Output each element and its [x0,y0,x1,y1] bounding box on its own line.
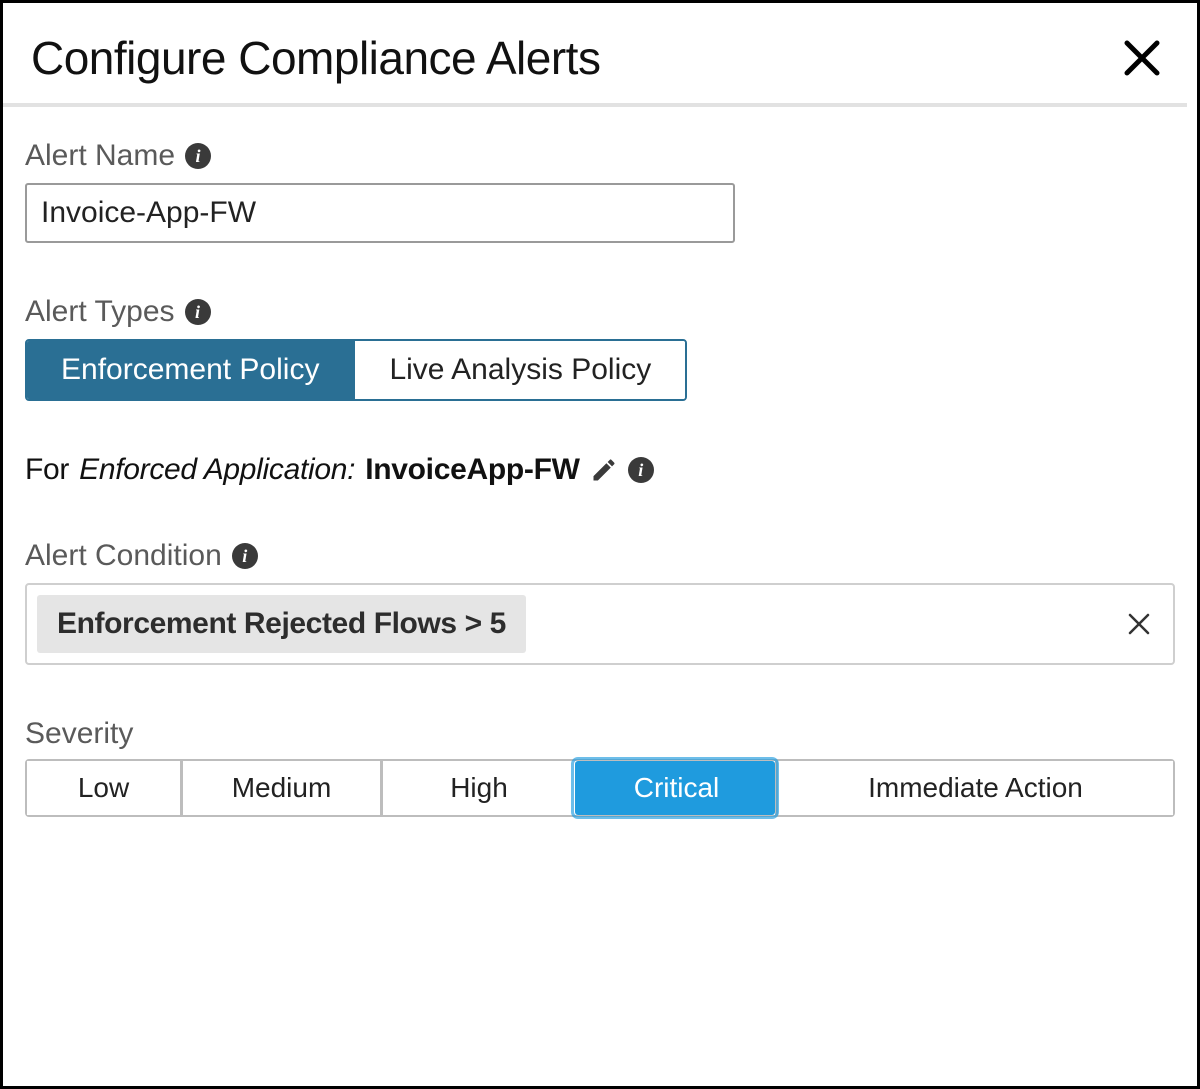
alert-types-button-group: Enforcement Policy Live Analysis Policy [25,339,687,401]
enforced-application-value: InvoiceApp-FW [365,453,579,487]
severity-option-label: High [450,772,508,804]
remove-condition-button[interactable] [1121,606,1163,642]
severity-low[interactable]: Low [27,761,180,815]
close-icon [1125,610,1153,638]
severity-option-label: Low [78,772,129,804]
alert-name-input[interactable] [25,183,735,243]
close-button[interactable] [1115,31,1169,85]
dialog-header: Configure Compliance Alerts [3,3,1197,103]
info-icon[interactable]: i [185,143,211,169]
dialog-body: Alert Name i Alert Types i Enforcement P… [3,107,1197,857]
info-icon[interactable]: i [185,299,211,325]
alert-condition-chip[interactable]: Enforcement Rejected Flows > 5 [37,595,526,653]
enforced-application-section: For Enforced Application: InvoiceApp-FW … [25,453,1175,487]
severity-option-label: Medium [232,772,332,804]
close-icon [1121,37,1163,79]
alert-condition-label: Alert Condition [25,539,222,573]
alert-type-label: Live Analysis Policy [389,353,651,387]
alert-type-enforcement-policy[interactable]: Enforcement Policy [27,341,353,399]
severity-option-label: Immediate Action [868,772,1083,804]
alert-type-live-analysis-policy[interactable]: Live Analysis Policy [353,341,685,399]
alert-type-label: Enforcement Policy [61,353,319,387]
severity-button-group: Low Medium High Critical Immediate Actio… [25,759,1175,817]
alert-types-label-row: Alert Types i [25,295,1175,329]
enforced-label: Enforced Application: [79,453,355,487]
severity-immediate-action[interactable]: Immediate Action [775,761,1173,815]
alert-condition-input[interactable]: Enforcement Rejected Flows > 5 [25,583,1175,665]
edit-enforced-application-button[interactable] [590,456,618,484]
alert-name-label: Alert Name [25,139,175,173]
alert-types-label: Alert Types [25,295,175,329]
severity-high[interactable]: High [380,761,575,815]
enforced-application-line: For Enforced Application: InvoiceApp-FW … [25,453,1175,487]
alert-condition-label-row: Alert Condition i [25,539,1175,573]
severity-option-label: Critical [634,772,720,804]
severity-label: Severity [25,717,1175,751]
severity-critical[interactable]: Critical [575,761,775,815]
severity-medium[interactable]: Medium [180,761,380,815]
info-icon[interactable]: i [628,457,654,483]
alert-name-section: Alert Name i [25,139,1175,243]
pencil-icon [590,456,618,484]
alert-name-label-row: Alert Name i [25,139,1175,173]
dialog-title: Configure Compliance Alerts [31,31,600,85]
alert-condition-section: Alert Condition i Enforcement Rejected F… [25,539,1175,665]
severity-section: Severity Low Medium High Critical Immedi… [25,717,1175,817]
info-icon[interactable]: i [232,543,258,569]
enforced-prefix: For [25,453,69,487]
configure-compliance-alerts-dialog: Configure Compliance Alerts Alert Name i… [0,0,1200,1089]
alert-types-section: Alert Types i Enforcement Policy Live An… [25,295,1175,401]
